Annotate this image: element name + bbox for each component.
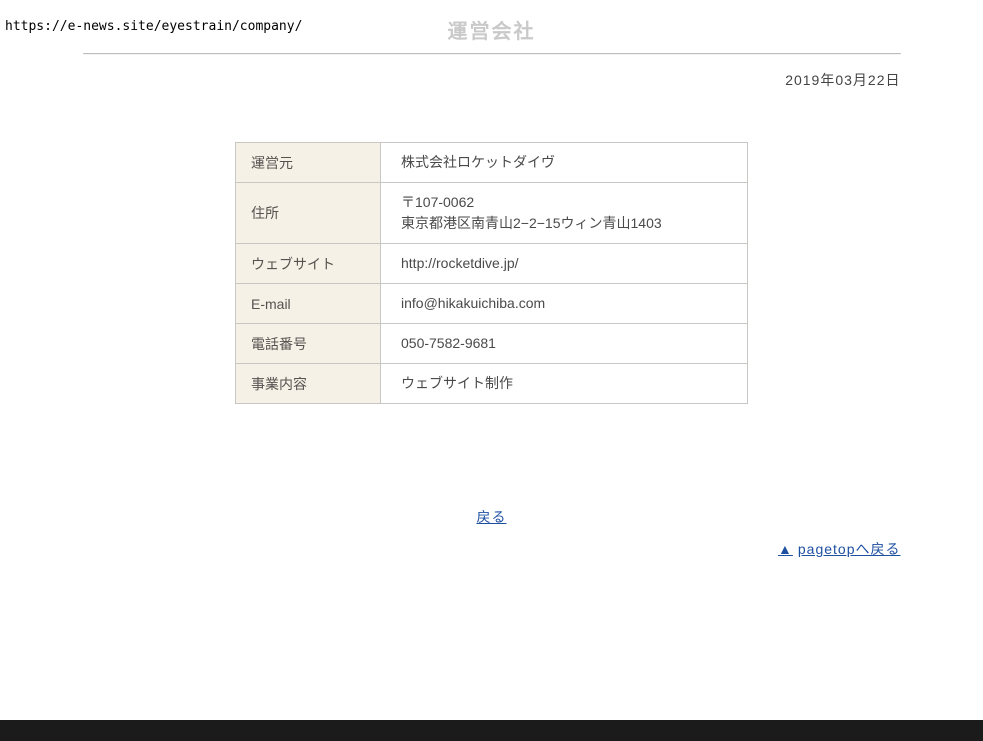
street-address: 東京都港区南青山2−2−15ウィン青山1403 [401,213,735,234]
row-value-operator: 株式会社ロケットダイヴ [381,143,748,183]
row-label-email: E-mail [236,284,381,324]
row-value-email: info@hikakuichiba.com [381,284,748,324]
table-row: 電話番号 050-7582-9681 [236,324,748,364]
table-row: ウェブサイト http://rocketdive.jp/ [236,244,748,284]
row-value-website: http://rocketdive.jp/ [381,244,748,284]
triangle-up-icon: ▲ [778,541,793,557]
back-link-row: 戻る [83,507,901,527]
row-label-address: 住所 [236,183,381,244]
row-label-business: 事業内容 [236,364,381,404]
pagetop-link-row: ▲ pagetopへ戻る [83,539,901,559]
row-value-address: 〒107-0062 東京都港区南青山2−2−15ウィン青山1403 [381,183,748,244]
pagetop-link[interactable]: ▲ pagetopへ戻る [778,541,900,557]
back-link[interactable]: 戻る [477,509,507,525]
table-row: 事業内容 ウェブサイト制作 [236,364,748,404]
table-row: E-mail info@hikakuichiba.com [236,284,748,324]
row-label-operator: 運営元 [236,143,381,183]
row-value-business: ウェブサイト制作 [381,364,748,404]
company-info-table: 運営元 株式会社ロケットダイヴ 住所 〒107-0062 東京都港区南青山2−2… [235,142,748,404]
row-label-phone: 電話番号 [236,324,381,364]
content-column: 運営会社 2019年03月22日 運営元 株式会社ロケットダイヴ 住所 〒107… [83,15,901,559]
row-value-phone: 050-7582-9681 [381,324,748,364]
publish-date: 2019年03月22日 [83,70,901,90]
table-row: 住所 〒107-0062 東京都港区南青山2−2−15ウィン青山1403 [236,183,748,244]
table-row: 運営元 株式会社ロケットダイヴ [236,143,748,183]
page-url: https://e-news.site/eyestrain/company/ [5,19,302,34]
postal-code: 〒107-0062 [401,192,735,213]
title-divider [83,53,901,55]
pagetop-link-label: pagetopへ戻る [798,541,901,557]
row-label-website: ウェブサイト [236,244,381,284]
footer-bar [0,720,983,741]
